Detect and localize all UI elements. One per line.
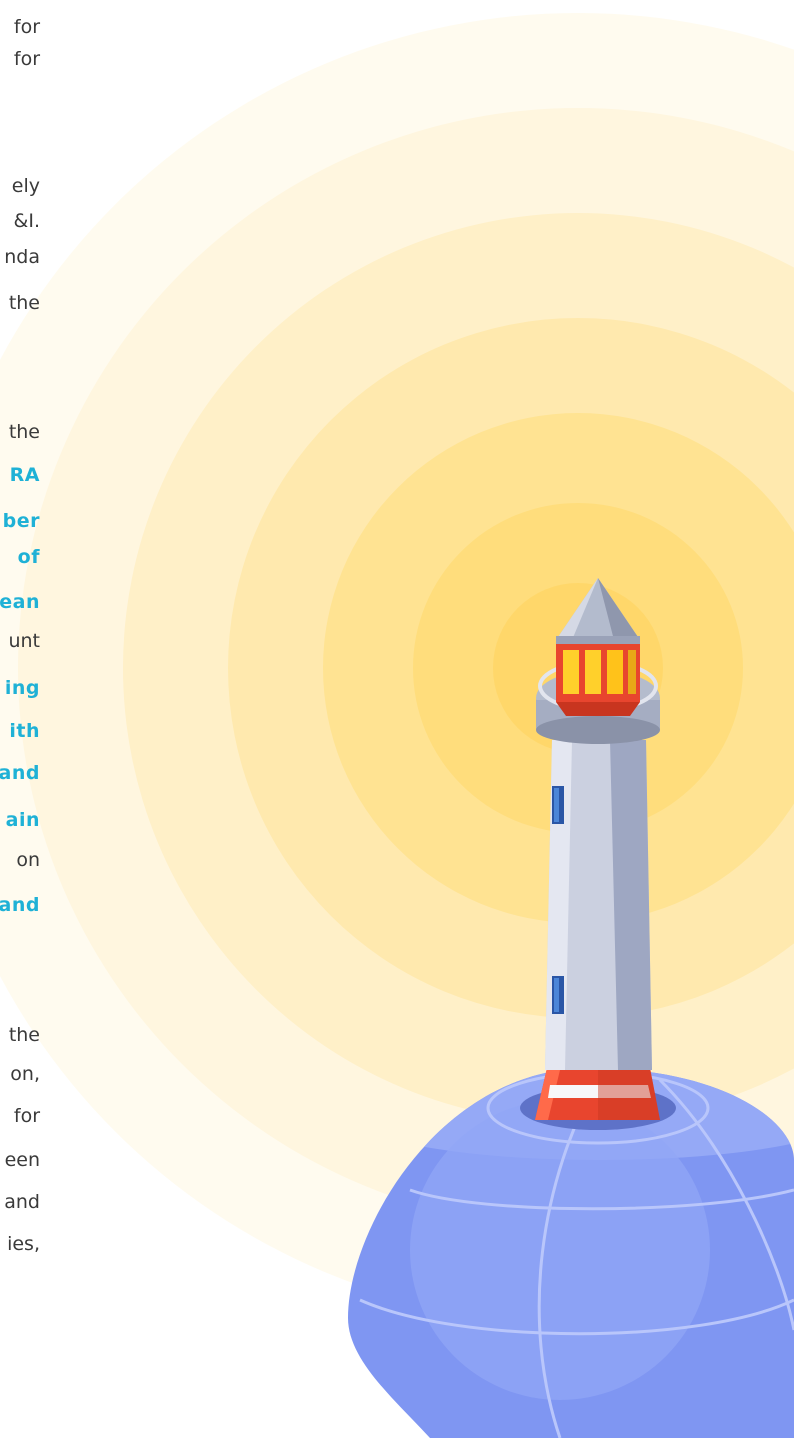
highlighted-text-line: of	[17, 546, 40, 568]
highlighted-text-line: and	[0, 894, 40, 916]
tower-shaft	[545, 740, 652, 1070]
text-line: the	[8, 421, 40, 443]
text-line: on	[16, 849, 40, 871]
text-line: ies,	[7, 1233, 40, 1255]
text-line: nda	[4, 246, 40, 268]
text-line: the	[8, 292, 40, 314]
highlighted-text-line: ber	[2, 510, 40, 532]
highlighted-text-line: ain	[5, 809, 40, 831]
text-line: for	[13, 48, 40, 70]
lighthouse-illustration	[0, 13, 794, 1438]
text-line: een	[4, 1149, 40, 1171]
text-line: ely	[11, 175, 40, 197]
text-line: the	[8, 1024, 40, 1046]
lantern-room	[556, 640, 640, 716]
highlighted-text-line: ith	[9, 720, 40, 742]
text-line: and	[4, 1191, 40, 1213]
text-line: for	[13, 1105, 40, 1127]
text-line: &I.	[13, 210, 40, 232]
tower-base	[535, 1068, 660, 1120]
highlighted-text-line: and	[0, 762, 40, 784]
text-line: unt	[8, 630, 40, 652]
highlighted-text-line: ing	[4, 677, 40, 699]
text-line: for	[13, 16, 40, 38]
text-line: on,	[10, 1063, 40, 1085]
highlighted-text-line: ean	[0, 591, 40, 613]
highlighted-text-line: RA	[9, 464, 40, 486]
